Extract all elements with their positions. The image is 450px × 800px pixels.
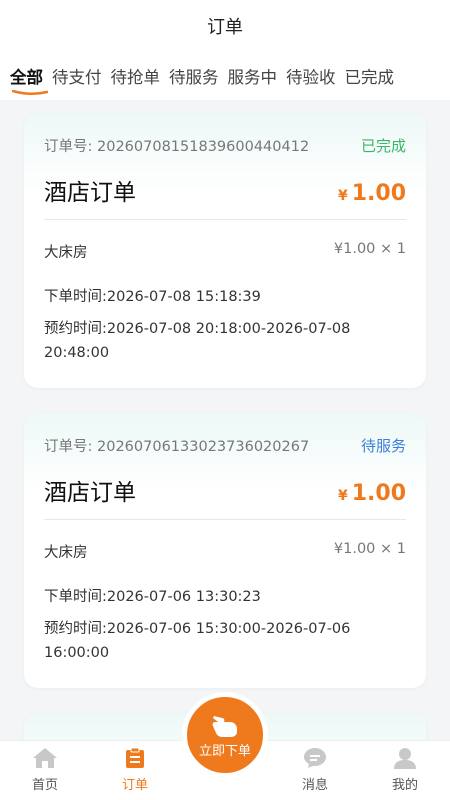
nav-label: 首页	[31, 778, 58, 793]
home-icon	[33, 748, 57, 768]
hand-icon	[212, 715, 237, 737]
order-time: 下单时间:2026-07-06 13:30:23	[44, 589, 261, 605]
currency-symbol: ¥	[337, 188, 348, 204]
divider	[44, 219, 406, 220]
tab-active-underline	[12, 90, 48, 95]
order-card[interactable]: 订单号: 20260706133023736020267 待服务 酒店订单 ¥1…	[24, 413, 426, 688]
order-time: 下单时间:2026-07-08 15:18:39	[44, 289, 261, 305]
item-price: ¥1.00 × 1	[333, 541, 406, 557]
item-price: ¥1.00 × 1	[333, 241, 406, 257]
booking-time: 预约时间:2026-07-08 20:18:00-2026-07-08 20:4…	[44, 321, 351, 361]
tab-label: 待支付	[52, 68, 102, 87]
status-badge: 待服务	[360, 437, 406, 455]
order-number: 订单号: 20260708151839600440412	[44, 139, 310, 155]
tab-pending-grab[interactable]: 待抢单	[111, 60, 161, 92]
order-list[interactable]: 订单号: 20260708151839600440412 已完成 酒店订单 ¥1…	[0, 100, 450, 740]
fab-label: 立即下单	[198, 743, 251, 759]
order-amount: 1.00	[351, 181, 406, 206]
tab-label: 已完成	[344, 68, 395, 87]
place-order-button[interactable]: 立即下单	[182, 692, 268, 778]
page-title: 订单	[207, 17, 243, 38]
nav-messages[interactable]: 消息	[285, 747, 345, 797]
order-item-row: 大床房 ¥1.00 × 1	[44, 241, 406, 262]
order-item-row: 大床房 ¥1.00 × 1	[44, 541, 406, 562]
app-header: 订单	[0, 0, 450, 52]
nav-label: 我的	[391, 778, 418, 793]
user-icon	[394, 748, 416, 769]
tab-label: 待服务	[169, 68, 219, 87]
order-price: ¥1.00	[338, 181, 406, 206]
nav-home[interactable]: 首页	[15, 747, 75, 797]
order-card[interactable]: 订单号: 20260708151839600440412 已完成 酒店订单 ¥1…	[24, 113, 426, 388]
tab-label: 待抢单	[110, 68, 161, 87]
order-header-row: 订单号: 20260706133023736020267 待服务	[44, 435, 406, 456]
message-icon	[304, 748, 326, 768]
tab-label: 待验收	[286, 68, 336, 87]
tab-label: 服务中	[227, 68, 278, 87]
tab-label: 全部	[10, 68, 43, 87]
order-title: 酒店订单	[44, 180, 136, 206]
booking-time: 预约时间:2026-07-06 15:30:00-2026-07-06 16:0…	[44, 621, 351, 661]
tab-pending-payment[interactable]: 待支付	[52, 60, 102, 92]
order-title-row: 酒店订单 ¥1.00	[44, 473, 406, 507]
order-number: 订单号: 20260706133023736020267	[44, 439, 310, 455]
tab-pending-service[interactable]: 待服务	[169, 60, 219, 92]
currency-symbol: ¥	[337, 488, 348, 504]
order-status-tabs: 全部 待支付 待抢单 待服务 服务中 待验收 已完成	[0, 52, 450, 100]
orders-icon	[126, 747, 144, 768]
tab-all[interactable]: 全部	[10, 60, 48, 95]
order-price: ¥1.00	[338, 481, 406, 506]
order-title-row: 酒店订单 ¥1.00	[44, 173, 406, 207]
status-badge: 已完成	[360, 137, 406, 155]
nav-mine[interactable]: 我的	[375, 747, 435, 797]
nav-label: 订单	[121, 778, 148, 793]
nav-label: 消息	[301, 778, 328, 793]
nav-orders[interactable]: 订单	[105, 747, 165, 797]
tab-completed[interactable]: 已完成	[345, 60, 395, 92]
tab-pending-acceptance[interactable]: 待验收	[286, 60, 336, 92]
order-header-row: 订单号: 20260708151839600440412 已完成	[44, 135, 406, 156]
divider	[44, 519, 406, 520]
item-name: 大床房	[44, 245, 88, 261]
item-name: 大床房	[44, 545, 88, 561]
order-title: 酒店订单	[44, 480, 136, 506]
order-amount: 1.00	[351, 481, 406, 506]
tab-in-service[interactable]: 服务中	[228, 60, 278, 92]
